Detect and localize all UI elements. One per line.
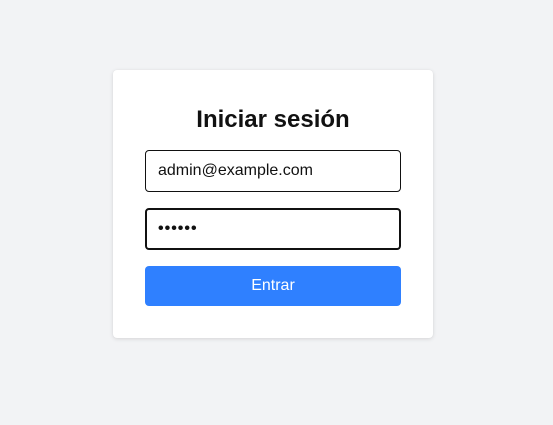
email-value: admin@example.com — [158, 162, 313, 179]
password-field[interactable]: •••••• — [145, 208, 401, 250]
submit-button[interactable]: Entrar — [145, 266, 401, 306]
login-card: Iniciar sesión admin@example.com •••••• … — [113, 70, 433, 338]
page-title: Iniciar sesión — [196, 106, 350, 133]
submit-button-label: Entrar — [251, 277, 295, 294]
password-value: •••••• — [158, 220, 198, 237]
email-field[interactable]: admin@example.com — [145, 150, 401, 192]
